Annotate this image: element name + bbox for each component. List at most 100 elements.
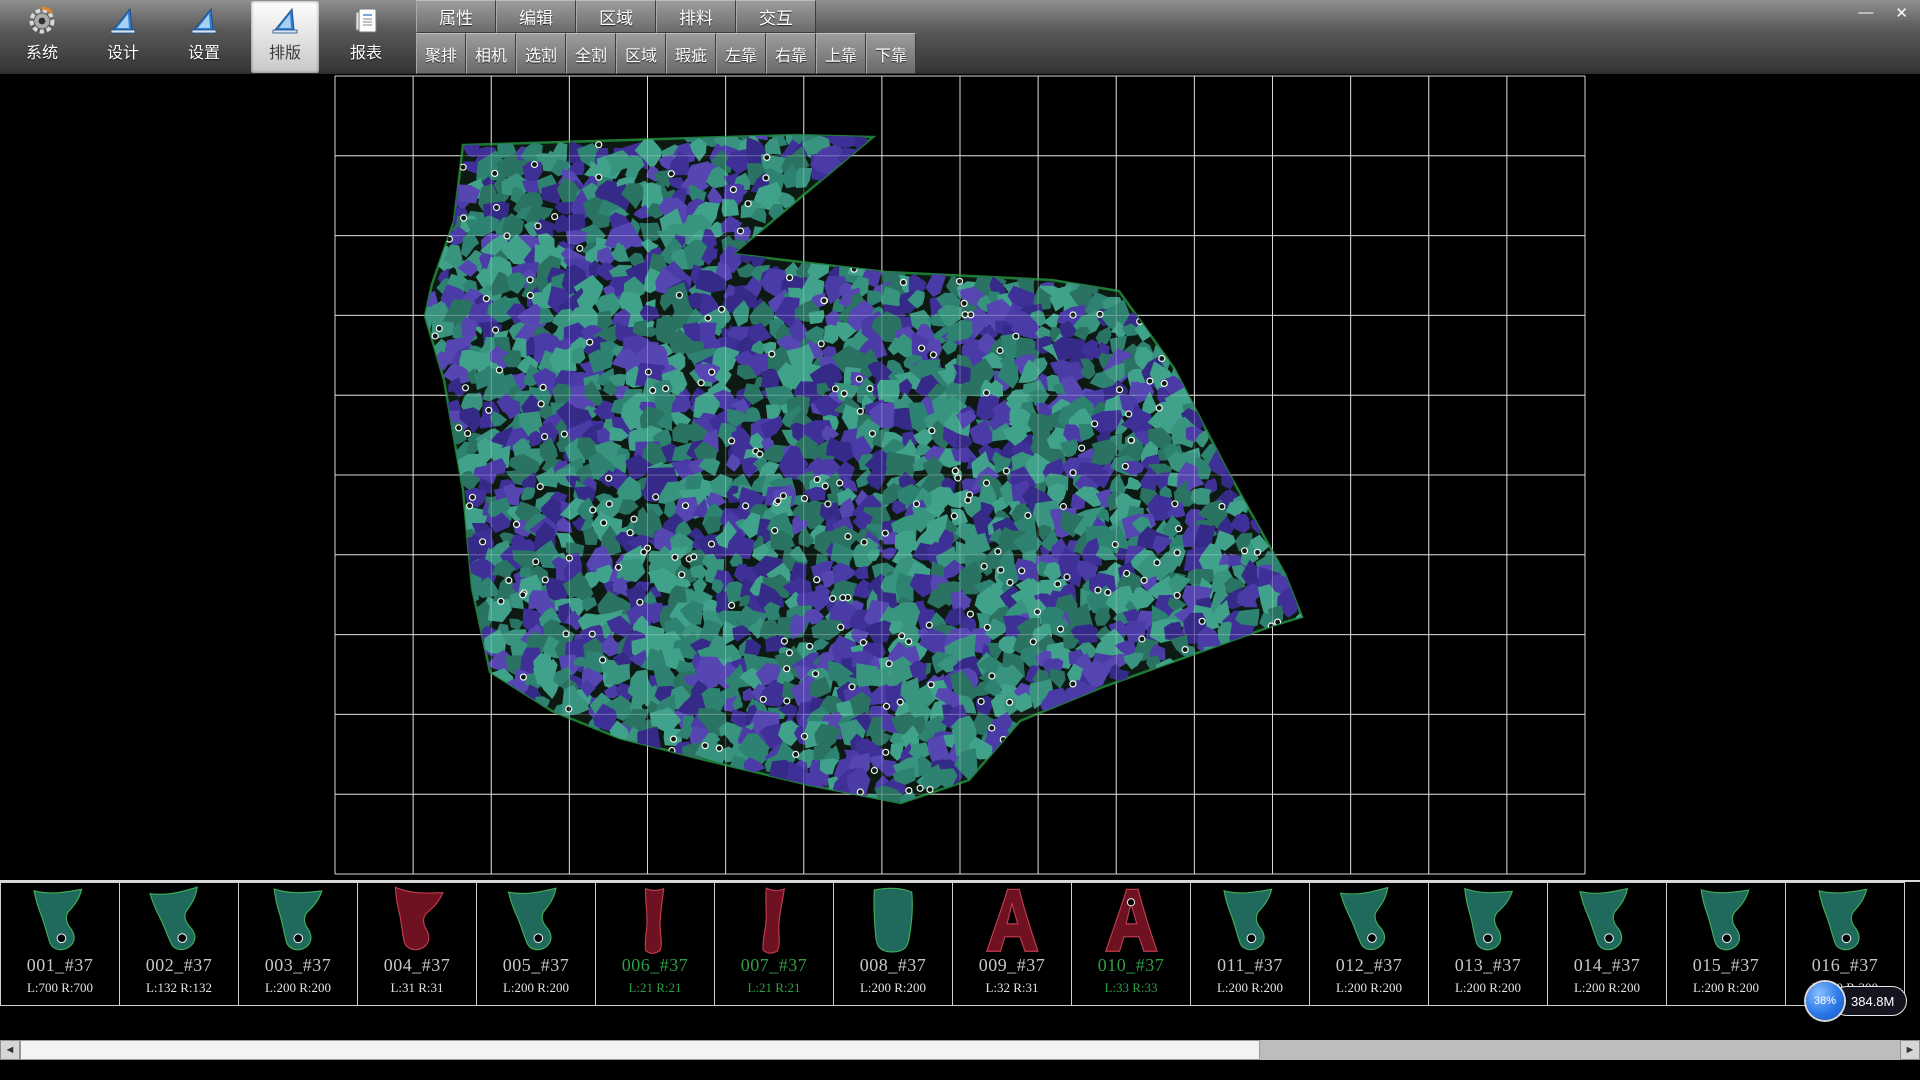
piece-tile[interactable]: 015_#37 L:200 R:200 <box>1666 882 1786 1006</box>
piece-lr-count: L:21 R:21 <box>628 980 681 995</box>
progress-circle: 38% <box>1806 982 1844 1020</box>
nesting-canvas-svg <box>0 74 1920 880</box>
piece-lr-count: L:700 R:700 <box>27 980 93 995</box>
system-gear-icon <box>26 5 58 37</box>
tool-button-8[interactable]: 上靠 <box>816 33 866 74</box>
tool-button-3[interactable]: 全割 <box>566 33 616 74</box>
tool-row: 聚排相机选割全割区域瑕疵左靠右靠上靠下靠 <box>416 33 916 74</box>
scroll-right-arrow[interactable]: ► <box>1900 1040 1920 1060</box>
piece-tile[interactable]: 011_#37 L:200 R:200 <box>1190 882 1310 1006</box>
menu-button-4[interactable]: 交互 <box>736 0 816 33</box>
app-button-label: 设计 <box>107 39 139 63</box>
piece-lr-count: L:200 R:200 <box>1217 980 1283 995</box>
piece-name: 003_#37 <box>265 955 332 975</box>
piece-tile[interactable]: 010_#37L:33 R:33 <box>1071 882 1191 1006</box>
piece-tile[interactable]: 004_#37L:31 R:31 <box>357 882 477 1006</box>
piece-thumbnail <box>262 885 334 957</box>
app-button-0[interactable]: 系统 <box>8 1 76 73</box>
piece-name: 002_#37 <box>146 955 213 975</box>
piece-thumbnail <box>738 885 810 957</box>
piece-lr-count: L:32 R:31 <box>985 980 1038 995</box>
piece-name: 006_#37 <box>622 955 689 975</box>
piece-name: 008_#37 <box>860 955 927 975</box>
piece-lr-count: L:200 R:200 <box>1336 980 1402 995</box>
app-button-3[interactable]: 排版 <box>251 1 319 73</box>
nesting-canvas[interactable] <box>0 74 1920 880</box>
piece-thumbnail <box>1809 885 1881 957</box>
piece-thumbnail <box>381 885 453 957</box>
menu-row: 属性编辑区域排料交互 <box>416 0 916 33</box>
menu-button-1[interactable]: 编辑 <box>496 0 576 33</box>
piece-lr-count: L:200 R:200 <box>1455 980 1521 995</box>
piece-lr-count: L:21 R:21 <box>747 980 800 995</box>
piece-name: 013_#37 <box>1455 955 1522 975</box>
close-button[interactable]: ✕ <box>1889 3 1914 23</box>
piece-tile[interactable]: 002_#37 L:132 R:132 <box>119 882 239 1006</box>
piece-lr-count: L:200 R:200 <box>265 980 331 995</box>
menu-button-0[interactable]: 属性 <box>416 0 496 33</box>
app-button-2[interactable]: 设置 <box>170 1 238 73</box>
tool-button-4[interactable]: 区域 <box>616 33 666 74</box>
tool-button-6[interactable]: 左靠 <box>716 33 766 74</box>
piece-lr-count: L:31 R:31 <box>390 980 443 995</box>
tool-button-0[interactable]: 聚排 <box>416 33 466 74</box>
tool-button-1[interactable]: 相机 <box>466 33 516 74</box>
menu-button-3[interactable]: 排料 <box>656 0 736 33</box>
scroll-left-arrow[interactable]: ◄ <box>0 1040 20 1060</box>
status-badge: 38% 384.8M <box>1806 982 1907 1020</box>
piece-lr-count: L:200 R:200 <box>1693 980 1759 995</box>
app-button-1[interactable]: 设计 <box>89 1 157 73</box>
menu-column: 属性编辑区域排料交互 聚排相机选割全割区域瑕疵左靠右靠上靠下靠 <box>416 0 916 74</box>
piece-name: 011_#37 <box>1217 955 1283 975</box>
piece-name: 014_#37 <box>1574 955 1641 975</box>
piece-thumbnail <box>619 885 691 957</box>
piece-thumbnail <box>857 885 929 957</box>
horizontal-scrollbar[interactable]: ◄ ► <box>0 1040 1920 1060</box>
piece-thumbnail <box>1333 885 1405 957</box>
piece-tile[interactable]: 007_#37 L:21 R:21 <box>714 882 834 1006</box>
piece-name: 016_#37 <box>1812 955 1879 975</box>
piece-tile[interactable]: 006_#37 L:21 R:21 <box>595 882 715 1006</box>
window-controls: — ✕ <box>1852 3 1914 23</box>
piece-tile[interactable]: 008_#37 L:200 R:200 <box>833 882 953 1006</box>
piece-name: 007_#37 <box>741 955 808 975</box>
piece-strip: 001_#37 L:700 R:700 002_#37 L:132 R:132 003_… <box>0 880 1920 1006</box>
piece-name: 015_#37 <box>1693 955 1760 975</box>
piece-tile[interactable]: 009_#37 L:32 R:31 <box>952 882 1072 1006</box>
app-button-label: 排版 <box>269 39 301 63</box>
piece-tile[interactable]: 005_#37L:200 R:200 <box>476 882 596 1006</box>
scroll-thumb[interactable] <box>20 1040 1260 1060</box>
report-icon <box>350 5 382 37</box>
app-button-4[interactable]: 报表 <box>332 1 400 73</box>
piece-lr-count: L:132 R:132 <box>146 980 212 995</box>
piece-thumbnail <box>500 885 572 957</box>
piece-name: 010_#37 <box>1098 955 1165 975</box>
piece-tile[interactable]: 014_#37L:200 R:200 <box>1547 882 1667 1006</box>
piece-tile[interactable]: 012_#37 L:200 R:200 <box>1309 882 1429 1006</box>
piece-thumbnail <box>1095 885 1167 957</box>
app-button-label: 设置 <box>188 39 220 63</box>
piece-name: 009_#37 <box>979 955 1046 975</box>
minimize-button[interactable]: — <box>1852 3 1879 23</box>
piece-thumbnail <box>1214 885 1286 957</box>
piece-tile[interactable]: 003_#37 L:200 R:200 <box>238 882 358 1006</box>
tool-button-5[interactable]: 瑕疵 <box>666 33 716 74</box>
app-button-label: 报表 <box>350 39 382 63</box>
nesting-icon <box>269 5 301 37</box>
piece-thumbnail <box>1571 885 1643 957</box>
piece-name: 012_#37 <box>1336 955 1403 975</box>
tool-button-2[interactable]: 选割 <box>516 33 566 74</box>
piece-thumbnail <box>143 885 215 957</box>
tool-button-9[interactable]: 下靠 <box>866 33 916 74</box>
piece-thumbnail <box>1690 885 1762 957</box>
app-buttons: 系统 设计 设置 排版 报表 <box>0 0 400 74</box>
piece-tile[interactable]: 013_#37 L:200 R:200 <box>1428 882 1548 1006</box>
piece-thumbnail <box>976 885 1048 957</box>
piece-lr-count: L:200 R:200 <box>860 980 926 995</box>
piece-name: 001_#37 <box>27 955 94 975</box>
menu-button-2[interactable]: 区域 <box>576 0 656 33</box>
tool-button-7[interactable]: 右靠 <box>766 33 816 74</box>
design-icon <box>107 5 139 37</box>
app-button-label: 系统 <box>26 39 58 63</box>
piece-tile[interactable]: 001_#37 L:700 R:700 <box>0 882 120 1006</box>
